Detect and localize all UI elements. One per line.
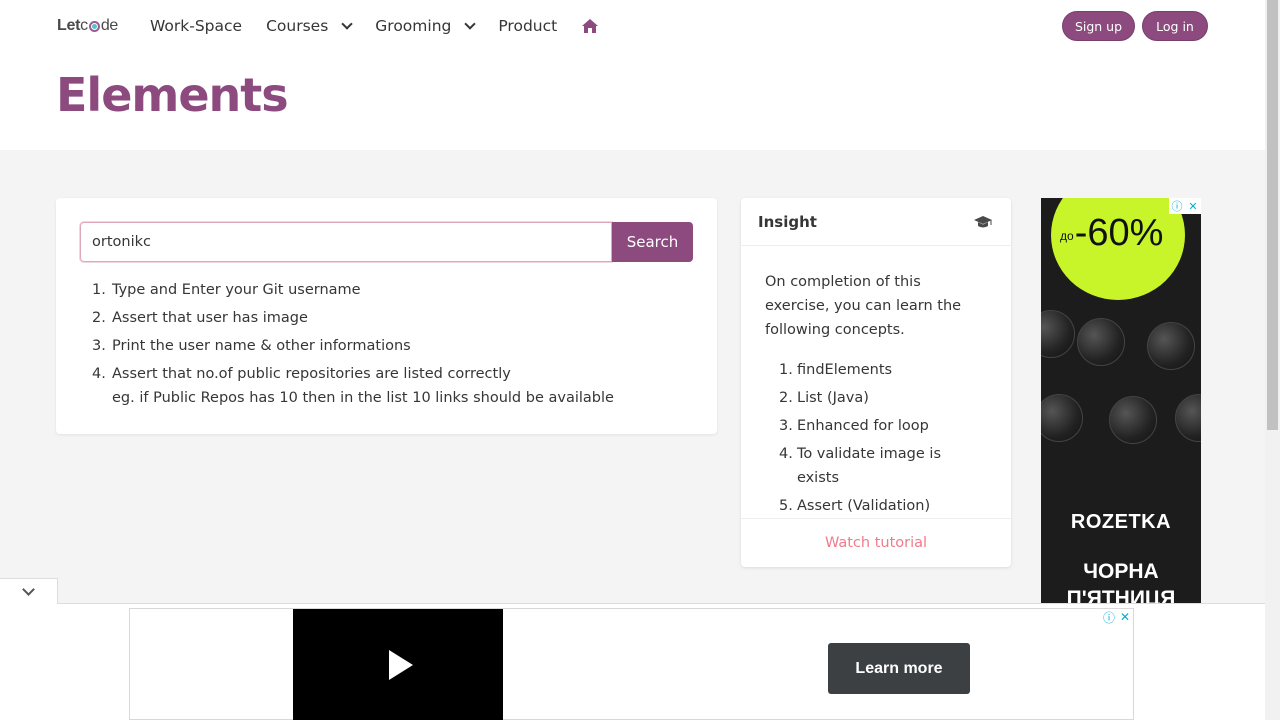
play-icon — [389, 650, 413, 680]
watch-tutorial-link[interactable]: Watch tutorial — [741, 518, 1011, 567]
chevron-down-icon — [464, 17, 477, 30]
nav-item-label: Courses — [266, 17, 329, 35]
list-item: 4. Assert that no.of public repositories … — [92, 362, 614, 410]
list-item: 2. Assert that user has image — [92, 310, 308, 326]
search-input[interactable]: ortonikc — [80, 222, 612, 262]
list-item: 5. Assert (Validation) — [779, 498, 931, 514]
logo-ring-icon — [88, 20, 100, 32]
chevron-down-icon — [341, 17, 353, 30]
brand-logo-suffix: de — [100, 17, 119, 34]
product-bubble — [1077, 318, 1125, 366]
insight-header: Insight — [741, 198, 1011, 246]
nav-item-workspace[interactable]: Work-Space — [150, 17, 242, 35]
signup-button[interactable]: Sign up — [1062, 11, 1135, 41]
scrollbar-thumb[interactable] — [1267, 0, 1278, 430]
nav-item-product[interactable]: Product — [498, 17, 557, 35]
close-icon[interactable]: ✕ — [1185, 198, 1201, 214]
insight-title: Insight — [758, 212, 817, 231]
exercise-card: ortonikc Search 1. Type and Enter your Gi… — [56, 198, 717, 434]
nav-item-label: Work-Space — [150, 17, 243, 35]
insight-intro: On completion of this exercise, you can … — [765, 274, 962, 338]
chevron-down-icon — [22, 582, 35, 596]
list-item: 1. Type and Enter your Git username — [92, 282, 361, 298]
search-button[interactable]: Search — [612, 222, 693, 262]
list-item: 2. List (Java) — [779, 390, 869, 406]
header: Let c de Work-Space Courses Grooming Produ… — [0, 0, 1265, 150]
list-item-note: eg. if Public Repos has 10 then in the l… — [112, 390, 614, 406]
brand-logo-prefix: Let — [57, 17, 81, 34]
ad-choices: ⓘ ✕ — [1101, 609, 1133, 625]
nav-item-label: Grooming — [375, 17, 452, 35]
product-bubble — [1109, 396, 1157, 444]
bottom-advertisement[interactable]: Learn more ⓘ ✕ — [129, 608, 1134, 720]
product-bubble — [1041, 310, 1075, 358]
login-button[interactable]: Log in — [1142, 11, 1208, 41]
nav-item-label: Product — [498, 17, 558, 35]
list-item: 4. To validate image is exists — [779, 446, 941, 486]
brand-logo[interactable]: Let c de — [57, 16, 118, 36]
page-title: Elements — [56, 68, 289, 122]
insight-card: Insight On completion of this exercise, … — [741, 198, 1011, 567]
nav-item-courses[interactable]: Courses — [266, 17, 353, 35]
close-icon[interactable]: ✕ — [1117, 609, 1133, 625]
learn-more-button[interactable]: Learn more — [828, 643, 970, 694]
page-scrollbar[interactable] — [1265, 0, 1280, 720]
collapse-ad-button[interactable] — [0, 578, 58, 604]
side-advertisement[interactable]: до -60% ROZETKA ЧОРНА П'ЯТНИЦЯ ⓘ ✕ — [1041, 198, 1201, 603]
ad-info-icon[interactable]: ⓘ — [1169, 198, 1185, 214]
ad-choices: ⓘ ✕ — [1169, 198, 1201, 214]
graduation-cap-icon — [974, 215, 992, 227]
nav-item-home[interactable] — [581, 18, 599, 34]
product-bubble — [1175, 394, 1201, 442]
concept-list: 1. findElements 2. List (Java) 3. Enhanced … — [765, 358, 987, 518]
product-bubble — [1147, 322, 1195, 370]
ad-video[interactable] — [293, 609, 503, 720]
home-icon — [582, 19, 599, 33]
list-item: 1. findElements — [779, 362, 893, 378]
list-item: 3. Print the user name & other informatio… — [92, 338, 411, 354]
ad-brand-name: ROZETKA — [1070, 511, 1172, 533]
list-item: 3. Enhanced for loop — [779, 418, 929, 434]
nav-item-grooming[interactable]: Grooming — [375, 17, 477, 35]
ad-headline: ЧОРНА П'ЯТНИЦЯ — [1066, 560, 1176, 603]
promo-text: до -60% — [1060, 212, 1164, 254]
product-bubble — [1041, 394, 1083, 442]
ad-info-icon[interactable]: ⓘ — [1101, 609, 1117, 625]
main-nav: Work-Space Courses Grooming Product — [150, 14, 623, 38]
instruction-list: 1. Type and Enter your Git username 2. Ass… — [92, 278, 614, 414]
